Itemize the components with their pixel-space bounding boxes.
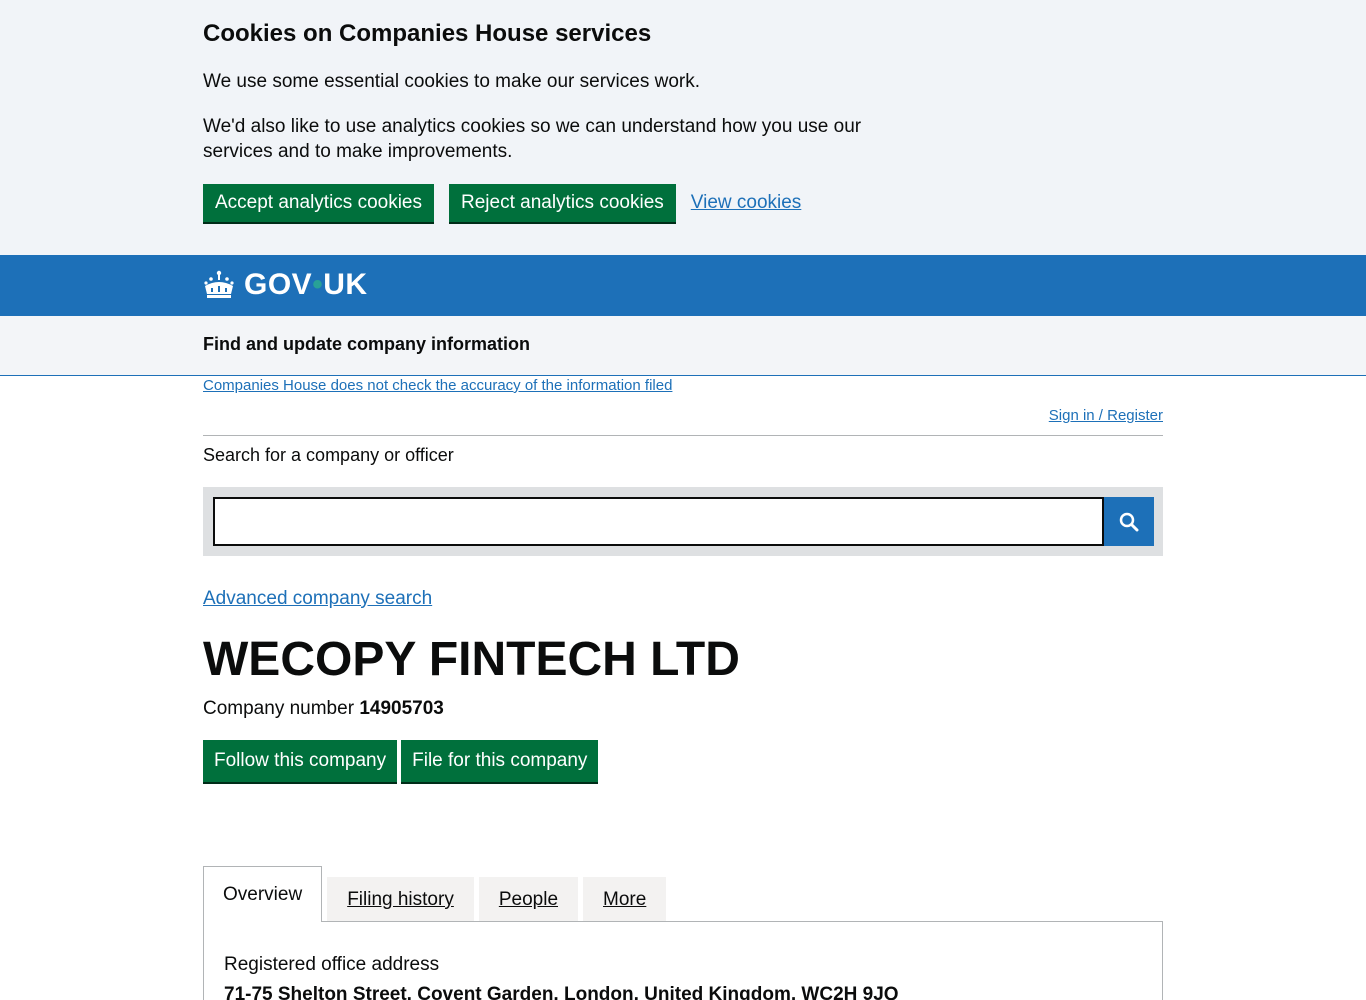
crown-icon [204,270,234,298]
search-input[interactable] [213,497,1104,546]
registered-office-address-label: Registered office address [224,954,440,975]
govuk-header: GOV•UK [0,255,1366,316]
govuk-logo-link[interactable]: GOV•UK [203,268,368,302]
company-actions: Follow this company File for this compan… [203,740,602,782]
follow-company-button[interactable]: Follow this company [203,740,398,782]
accuracy-notice-link[interactable]: Companies House does not check the accur… [203,376,672,396]
company-number-label: Company number [203,698,355,719]
accept-analytics-cookies-button[interactable]: Accept analytics cookies [203,184,434,222]
cookie-banner-actions: Accept analytics cookies Reject analytic… [203,184,863,222]
search-label: Search for a company or officer [203,445,454,465]
company-number: Company number 14905703 [203,696,444,721]
cookie-banner: Cookies on Companies House services We u… [0,0,1366,255]
service-name: Find and update company information [203,334,531,354]
search-box [203,487,1163,556]
tab-more[interactable]: More [583,877,667,922]
overview-panel: Registered office address 71-75 Shelton … [203,921,1163,1000]
registered-office-address-value: 71-75 Shelton Street, Covent Garden, Lon… [224,984,899,1000]
tab-people[interactable]: People [478,877,579,922]
search-button[interactable] [1104,497,1154,546]
govuk-logo-text: GOV•UK [244,268,368,301]
tab-overview[interactable]: Overview [203,866,323,922]
company-tabs: Overview Filing history People More Regi… [203,866,1163,1000]
cookie-banner-content: Cookies on Companies House services We u… [203,18,863,222]
search-icon [1119,512,1139,531]
sign-in-register-link[interactable]: Sign in / Register [1049,406,1163,426]
cookie-banner-text-analytics: We'd also like to use analytics cookies … [203,116,862,162]
divider [203,435,1163,436]
tab-list: Overview Filing history People More [203,866,1163,922]
reject-analytics-cookies-button[interactable]: Reject analytics cookies [449,184,676,222]
company-name-heading: WECOPY FINTECH LTD [203,633,740,686]
view-cookies-link[interactable]: View cookies [691,192,802,214]
advanced-company-search-link[interactable]: Advanced company search [203,586,432,611]
tab-filing-history[interactable]: Filing history [327,877,474,922]
cookie-banner-text-essential: We use some essential cookies to make ou… [203,71,701,92]
file-for-company-button[interactable]: File for this company [401,740,599,782]
company-number-value: 14905703 [359,698,444,719]
service-header: Find and update company information [0,316,1366,376]
cookie-banner-title: Cookies on Companies House services [203,20,652,47]
